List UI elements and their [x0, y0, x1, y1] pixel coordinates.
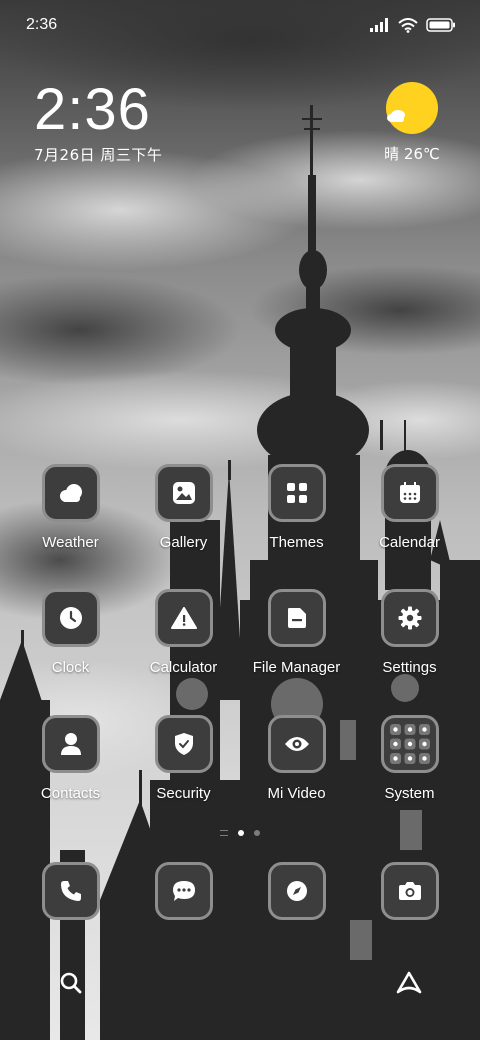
gallery-icon	[154, 464, 213, 522]
app-label: System	[384, 785, 435, 802]
app-label: Themes	[269, 534, 324, 551]
app-label: Clock	[51, 659, 90, 676]
app-security[interactable]: Security	[127, 715, 240, 802]
status-time: 2:36	[26, 16, 58, 33]
assistant-button[interactable]	[381, 955, 437, 1011]
app-label: Weather	[42, 534, 99, 551]
app-file-manager[interactable]: File Manager	[240, 589, 353, 676]
app-calendar[interactable]: Calendar	[353, 464, 466, 551]
clock-widget[interactable]: 2:36 7月26日 周三下午	[34, 78, 162, 165]
app-label: Settings	[382, 659, 437, 676]
weather-widget[interactable]: 晴 26℃	[380, 82, 444, 164]
calculator-icon	[154, 589, 213, 647]
clock-date: 7月26日 周三下午	[34, 146, 163, 164]
app-label: Gallery	[159, 534, 208, 551]
signal-icon	[370, 18, 388, 32]
app-label: Calculator	[149, 659, 218, 676]
file-manager-icon	[267, 589, 326, 647]
weather-condition: 晴 26℃	[384, 145, 440, 163]
battery-icon	[426, 18, 455, 32]
app-weather[interactable]: Weather	[14, 464, 127, 551]
page-dot	[254, 830, 260, 836]
mi-video-icon	[267, 715, 326, 773]
status-bar: 2:36	[0, 0, 480, 50]
app-clock[interactable]: Clock	[14, 589, 127, 676]
app-themes[interactable]: Themes	[240, 464, 353, 551]
app-label: Security	[156, 785, 211, 802]
system-folder-icon	[380, 715, 439, 773]
app-system-folder[interactable]: System	[353, 715, 466, 802]
messages-icon	[154, 862, 213, 920]
page-indicator-lines	[220, 830, 228, 836]
app-calculator[interactable]: Calculator	[127, 589, 240, 676]
search-button[interactable]	[43, 955, 99, 1011]
weather-icon	[41, 464, 100, 522]
dock-messages[interactable]	[127, 862, 240, 920]
app-settings[interactable]: Settings	[353, 589, 466, 676]
clock-time: 2:36	[34, 77, 151, 142]
settings-icon	[380, 589, 439, 647]
app-gallery[interactable]: Gallery	[127, 464, 240, 551]
app-label: File Manager	[252, 659, 341, 676]
dock-phone[interactable]	[14, 862, 127, 920]
status-icons	[370, 17, 456, 33]
app-label: Contacts	[40, 785, 101, 802]
contacts-icon	[41, 715, 100, 773]
assistant-icon	[396, 971, 422, 994]
themes-icon	[267, 464, 326, 522]
wifi-icon	[398, 17, 418, 33]
security-icon	[154, 715, 213, 773]
page-indicator[interactable]	[0, 830, 480, 836]
sunny-cloud-icon	[386, 82, 438, 134]
dock-camera[interactable]	[353, 862, 466, 920]
search-icon	[60, 972, 82, 994]
bottom-bar	[0, 955, 480, 1011]
camera-icon	[380, 862, 439, 920]
phone-icon	[41, 862, 100, 920]
page-dot-active	[238, 830, 244, 836]
browser-icon	[267, 862, 326, 920]
app-label: Mi Video	[267, 785, 326, 802]
calendar-icon	[380, 464, 439, 522]
clock-icon	[41, 589, 100, 647]
app-contacts[interactable]: Contacts	[14, 715, 127, 802]
app-label: Calendar	[379, 534, 440, 551]
app-mi-video[interactable]: Mi Video	[240, 715, 353, 802]
dock-browser[interactable]	[240, 862, 353, 920]
